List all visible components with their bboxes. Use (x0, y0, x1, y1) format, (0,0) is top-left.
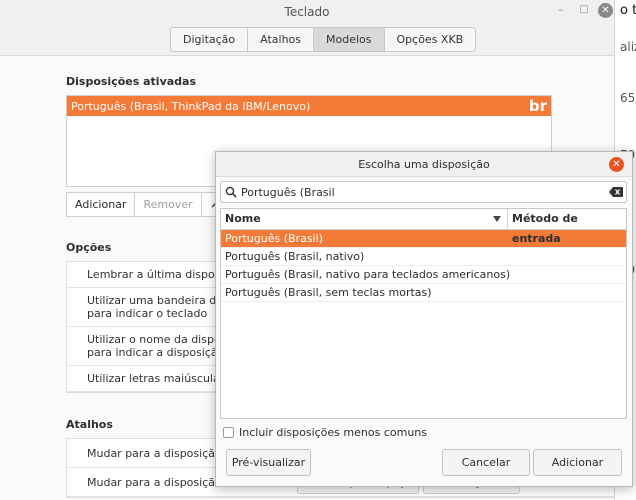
layout-row[interactable]: Português (Brasil, ThinkPad da IBM/Lenov… (67, 96, 551, 116)
remove-layout-button[interactable]: Remover (135, 193, 202, 216)
dialog-title: Escolha uma disposição (358, 158, 490, 171)
search-input[interactable] (241, 185, 606, 199)
column-input-method[interactable]: Método de entrada (508, 209, 626, 245)
active-layouts-heading: Disposições ativadas (66, 75, 197, 88)
choose-layout-dialog: Escolha uma disposição ✕ Nome Método de … (215, 151, 633, 487)
add-button[interactable]: Adicionar (533, 449, 622, 476)
less-common-option: Incluir disposições menos comuns (223, 426, 427, 439)
bg-fragment: o tóp (620, 3, 636, 18)
shortcuts-heading: Atalhos (66, 418, 113, 431)
search-icon (221, 186, 241, 198)
minimize-icon[interactable]: – (553, 2, 569, 18)
layout-code: br (528, 97, 547, 115)
option-country-flag[interactable]: Utilizar uma bandeira do país para indic… (67, 288, 226, 327)
tab-bar: Digitação Atalhos Modelos Opções XKB (170, 27, 477, 52)
close-icon[interactable]: ✕ (609, 157, 624, 172)
column-name[interactable]: Nome (221, 209, 508, 229)
bg-fragment: aliza (620, 40, 636, 54)
table-row[interactable]: Português (Brasil, sem teclas mortas) (221, 284, 626, 302)
options-heading: Opções (66, 241, 112, 254)
layout-name: Português (Brasil, ThinkPad da IBM/Lenov… (71, 99, 311, 113)
window-titlebar: Teclado – □ ✕ Digitação Atalhos Modelos … (0, 0, 614, 56)
tab-digitacao[interactable]: Digitação (171, 28, 249, 51)
option-remember-layout[interactable]: Lembrar a última disposição (67, 262, 226, 288)
layouts-table: Nome Método de entrada Português (Brasil… (220, 208, 627, 419)
sort-down-icon (493, 216, 501, 222)
tab-opcoes-xkb[interactable]: Opções XKB (385, 28, 476, 51)
option-layout-name[interactable]: Utilizar o nome da disposição para indic… (67, 327, 226, 366)
table-header: Nome Método de entrada (221, 209, 626, 245)
bg-fragment: 65 (620, 91, 636, 105)
tab-modelos[interactable]: Modelos (314, 28, 385, 51)
add-layout-button[interactable]: Adicionar (67, 193, 136, 216)
maximize-icon[interactable]: □ (576, 2, 592, 18)
table-row[interactable]: Português (Brasil, nativo) (221, 248, 626, 266)
table-row[interactable]: Português (Brasil, nativo para teclados … (221, 266, 626, 284)
clear-search-icon[interactable] (606, 187, 626, 197)
layouts-toolbar: Adicionar Remover (66, 192, 221, 217)
preview-button[interactable]: Pré-visualizar (226, 449, 311, 476)
option-uppercase[interactable]: Utilizar letras maiúsculas ao (67, 366, 226, 392)
dialog-titlebar: Escolha uma disposição ✕ (216, 152, 632, 177)
less-common-checkbox[interactable] (223, 427, 234, 438)
close-window-icon[interactable]: ✕ (598, 3, 613, 18)
search-box (220, 181, 627, 203)
window-title: Teclado (284, 5, 330, 19)
options-list: Lembrar a última disposição Utilizar uma… (66, 261, 226, 393)
less-common-label: Incluir disposições menos comuns (239, 426, 427, 439)
cancel-button[interactable]: Cancelar (442, 449, 530, 476)
tab-atalhos[interactable]: Atalhos (248, 28, 315, 51)
table-row[interactable]: Português (Brasil) (221, 230, 626, 248)
